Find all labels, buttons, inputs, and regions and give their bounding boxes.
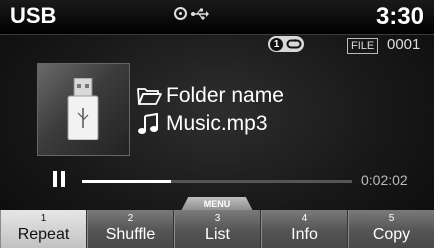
track-info: Folder name Music.mp3 [136, 82, 284, 138]
folder-row: Folder name [136, 82, 284, 110]
file-name: Music.mp3 [166, 112, 268, 135]
softkey-list[interactable]: 3 List [174, 210, 261, 248]
softkey-label: Shuffle [105, 226, 156, 243]
softkey-shuffle[interactable]: 2 Shuffle [87, 210, 174, 248]
softkey-number: 2 [127, 213, 134, 224]
softkey-number: 5 [388, 213, 395, 224]
clock: 3:30 [375, 3, 424, 30]
source-label: USB [10, 3, 57, 28]
usb-icon [191, 8, 209, 20]
softkey-copy[interactable]: 5 Copy [348, 210, 434, 248]
softkey-repeat[interactable]: 1 Repeat [0, 210, 87, 248]
music-note-icon [138, 113, 158, 134]
album-art [37, 63, 130, 156]
softkey-label: Info [291, 226, 318, 243]
disc-ring-icon [174, 7, 187, 20]
softkey-bar: 1 Repeat 2 Shuffle 3 List 4 Info 5 Copy [0, 210, 434, 248]
repeat-one-indicator: 1 [268, 36, 304, 52]
file-number: 0001 [387, 36, 421, 53]
softkey-number: 1 [40, 213, 47, 224]
softkey-label: Copy [372, 226, 411, 243]
repeat-icon [286, 39, 302, 49]
divider [0, 34, 434, 35]
softkey-label: Repeat [17, 226, 70, 243]
menu-tab[interactable]: MENU [181, 197, 253, 211]
softkey-info[interactable]: 4 Info [261, 210, 348, 248]
status-icons [174, 7, 209, 20]
usb-stick-icon [67, 78, 99, 140]
softkey-number: 4 [301, 213, 308, 224]
file-row: Music.mp3 [136, 110, 284, 138]
head-unit-screen: USB 3:30 1 FILE 0001 Folder name Music.m… [0, 0, 434, 248]
elapsed-time: 0:02:02 [361, 172, 408, 188]
pause-icon[interactable] [53, 171, 65, 187]
status-bar: USB 3:30 [0, 0, 434, 34]
folder-icon [137, 88, 162, 105]
softkey-number: 3 [214, 213, 221, 224]
folder-name: Folder name [166, 84, 284, 107]
file-label: FILE [347, 38, 379, 54]
softkey-label: List [205, 226, 230, 243]
progress-bar[interactable] [82, 180, 352, 183]
progress-fill [82, 180, 172, 183]
repeat-badge-number: 1 [270, 37, 283, 51]
